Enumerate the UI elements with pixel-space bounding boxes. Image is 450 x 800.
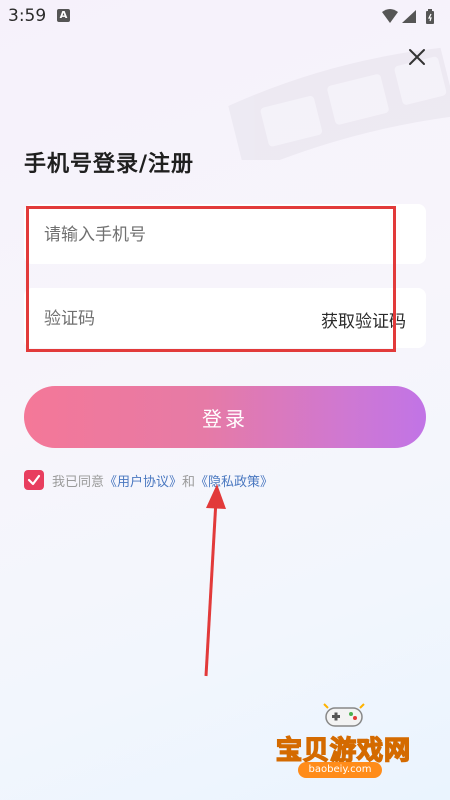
watermark: 宝贝游戏网 baobeiy.com xyxy=(270,700,420,785)
annotation-arrow xyxy=(204,484,226,677)
watermark-url: baobeiy.com xyxy=(298,762,382,778)
gamepad-icon xyxy=(323,703,365,727)
